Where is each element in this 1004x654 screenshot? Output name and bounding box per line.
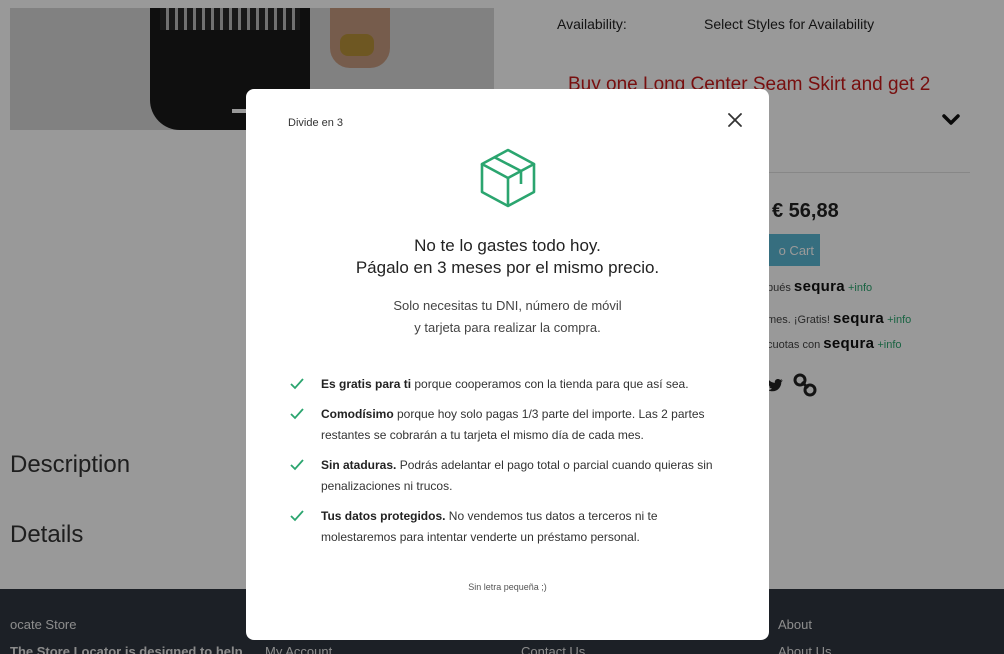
close-button[interactable] — [724, 109, 746, 131]
feature-item: Comodísimo porque hoy solo pagas 1/3 par… — [290, 404, 730, 446]
modal-subhead: Solo necesitas tu DNI, número de móvil y… — [246, 295, 769, 339]
feature-item: Es gratis para ti porque cooperamos con … — [290, 374, 730, 395]
sequra-modal: Divide en 3 No te lo gastes todo hoy. Pá… — [246, 89, 769, 640]
headline-line-1: No te lo gastes todo hoy. — [414, 236, 601, 255]
fineprint-link[interactable]: Sin letra pequeña ;) — [246, 582, 769, 592]
check-icon — [290, 459, 304, 471]
feature-title: Comodísimo — [321, 407, 394, 421]
feature-title: Sin ataduras. — [321, 458, 397, 472]
feature-text: porque cooperamos con la tienda para que… — [411, 377, 689, 391]
close-icon — [728, 113, 742, 127]
feature-list: Es gratis para ti porque cooperamos con … — [290, 374, 730, 557]
check-icon — [290, 408, 304, 420]
subhead-line-1: Solo necesitas tu DNI, número de móvil — [393, 298, 622, 313]
feature-title: Tus datos protegidos. — [321, 509, 446, 523]
cube-icon — [480, 148, 536, 208]
subhead-line-2: y tarjeta para realizar la compra. — [414, 320, 601, 335]
feature-item: Tus datos protegidos. No vendemos tus da… — [290, 506, 730, 548]
modal-eyebrow: Divide en 3 — [288, 117, 344, 129]
headline-line-2: Págalo en 3 meses por el mismo precio. — [355, 258, 660, 277]
modal-headline: No te lo gastes todo hoy. Págalo en 3 me… — [246, 235, 769, 279]
check-icon — [290, 510, 304, 522]
check-icon — [290, 378, 304, 390]
feature-title: Es gratis para ti — [321, 377, 412, 391]
feature-item: Sin ataduras. Podrás adelantar el pago t… — [290, 455, 730, 497]
